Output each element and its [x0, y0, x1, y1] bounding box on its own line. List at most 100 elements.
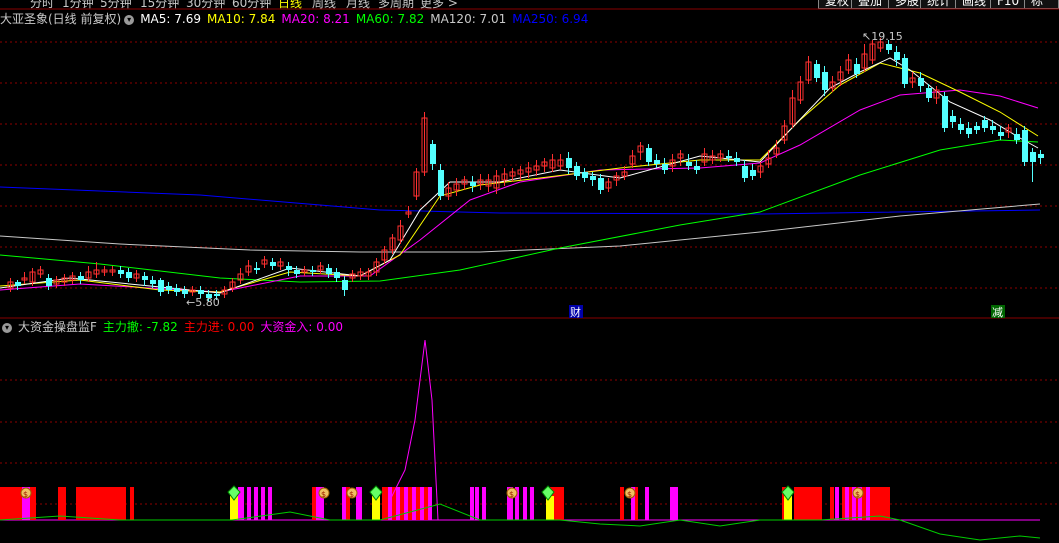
candle-down	[270, 262, 276, 266]
candle-down	[822, 72, 828, 90]
indicator-magenta-bar	[470, 487, 474, 520]
candle-down	[15, 282, 21, 286]
candle-down	[46, 278, 52, 286]
candle-down	[78, 276, 84, 280]
candle-down	[150, 280, 156, 284]
candle-down	[158, 280, 164, 292]
candle-down	[574, 166, 580, 176]
candle-down	[654, 160, 660, 164]
event-label-cai: 财	[570, 305, 581, 319]
indicator-red-bar	[312, 487, 316, 520]
candle-down	[326, 268, 332, 274]
indicator-red-bar	[76, 487, 126, 520]
candle-down	[334, 272, 340, 278]
candle-down	[1030, 152, 1036, 162]
candle-down	[1022, 130, 1028, 162]
money-bag-icon-glyph: $	[855, 490, 860, 499]
candle-down	[198, 290, 204, 294]
indicator-magenta-bar	[670, 487, 678, 520]
indicator-magenta-bar	[475, 487, 479, 520]
candle-down	[430, 144, 436, 164]
ma250-line	[0, 186, 1041, 215]
candle-down	[662, 164, 668, 170]
candle-down	[590, 176, 596, 180]
indicator-magenta-bar	[412, 487, 416, 520]
indicator-magenta-bar	[482, 487, 486, 520]
money-bag-icon-glyph: $	[627, 490, 632, 499]
candle-down	[686, 162, 692, 166]
high-price-marker: ↖19.15	[862, 30, 903, 43]
candle-down	[886, 44, 892, 50]
candle-down	[926, 88, 932, 98]
candle-down	[734, 158, 740, 162]
event-label-jian: 减	[992, 306, 1003, 319]
low-price-marker: ←5.80	[186, 296, 220, 309]
candle-down	[918, 78, 924, 86]
ma10-line	[0, 62, 1039, 293]
candle-down	[182, 290, 188, 294]
indicator-red-bar	[620, 487, 624, 520]
candle-down	[726, 156, 732, 158]
indicator-magenta-bar	[254, 487, 258, 520]
candle-down	[166, 286, 172, 290]
money-bag-icon-glyph: $	[321, 490, 326, 499]
candle-down	[814, 64, 820, 78]
candle-down	[990, 126, 996, 130]
ma120-line	[0, 203, 1041, 253]
indicator-magenta-bar	[523, 487, 527, 520]
candle-down	[750, 170, 756, 176]
candle-down	[254, 268, 260, 270]
candle-down	[286, 266, 292, 270]
candle-down	[1038, 154, 1044, 158]
indicator-magenta-bar	[428, 487, 432, 520]
indicator-magenta-bar	[420, 487, 424, 520]
candle-down	[470, 182, 476, 186]
indicator-magenta-bar	[404, 487, 408, 520]
indicator-red-bar	[130, 487, 134, 520]
candle-down	[742, 166, 748, 178]
candle-down	[982, 120, 988, 128]
ma20-line	[0, 89, 1039, 293]
indicator-red-bar	[794, 487, 822, 520]
indicator-magenta-bar	[645, 487, 649, 520]
candle-down	[854, 64, 860, 74]
candle-down	[966, 128, 972, 134]
candle-down	[582, 172, 588, 178]
candle-down	[142, 276, 148, 280]
candle-down	[998, 132, 1004, 136]
candle-down	[342, 280, 348, 290]
diamond-icon	[369, 485, 383, 501]
candle-down	[1014, 134, 1020, 140]
candle-down	[126, 272, 132, 278]
candle-down	[310, 270, 316, 272]
indicator-red-bar	[0, 487, 22, 520]
candle-down	[438, 170, 444, 196]
indicator-red-bar	[830, 487, 834, 520]
candle-down	[950, 116, 956, 122]
indicator-magenta-bar	[388, 487, 392, 520]
candle-down	[894, 52, 900, 60]
candle-down	[598, 178, 604, 190]
indicator-magenta-bar	[866, 487, 870, 520]
money-bag-icon-glyph: $	[349, 490, 354, 499]
candle-down	[902, 58, 908, 84]
candle-down	[942, 96, 948, 128]
money-bag-icon-glyph: $	[23, 490, 28, 499]
candle-down	[974, 126, 980, 130]
indicator-magenta-bar	[247, 487, 251, 520]
candle-down	[294, 270, 300, 274]
indicator-magenta-bar	[845, 487, 849, 520]
candle-down	[646, 148, 652, 162]
candle-down	[118, 270, 124, 274]
candle-down	[694, 166, 700, 170]
kline-chart[interactable]: ↖19.15 ←5.80 财 减 $ $ $ $ $ $	[0, 0, 1059, 543]
indicator-red-bar	[58, 487, 66, 520]
indicator-magenta-bar	[342, 487, 346, 520]
candle-down	[958, 124, 964, 130]
money-bag-icon-glyph: $	[509, 490, 514, 499]
candle-down	[566, 158, 572, 168]
ma60-line	[0, 139, 1039, 283]
candle-down	[174, 288, 180, 292]
indicator-magenta-bar	[835, 487, 839, 520]
ma5-line	[0, 57, 1039, 294]
